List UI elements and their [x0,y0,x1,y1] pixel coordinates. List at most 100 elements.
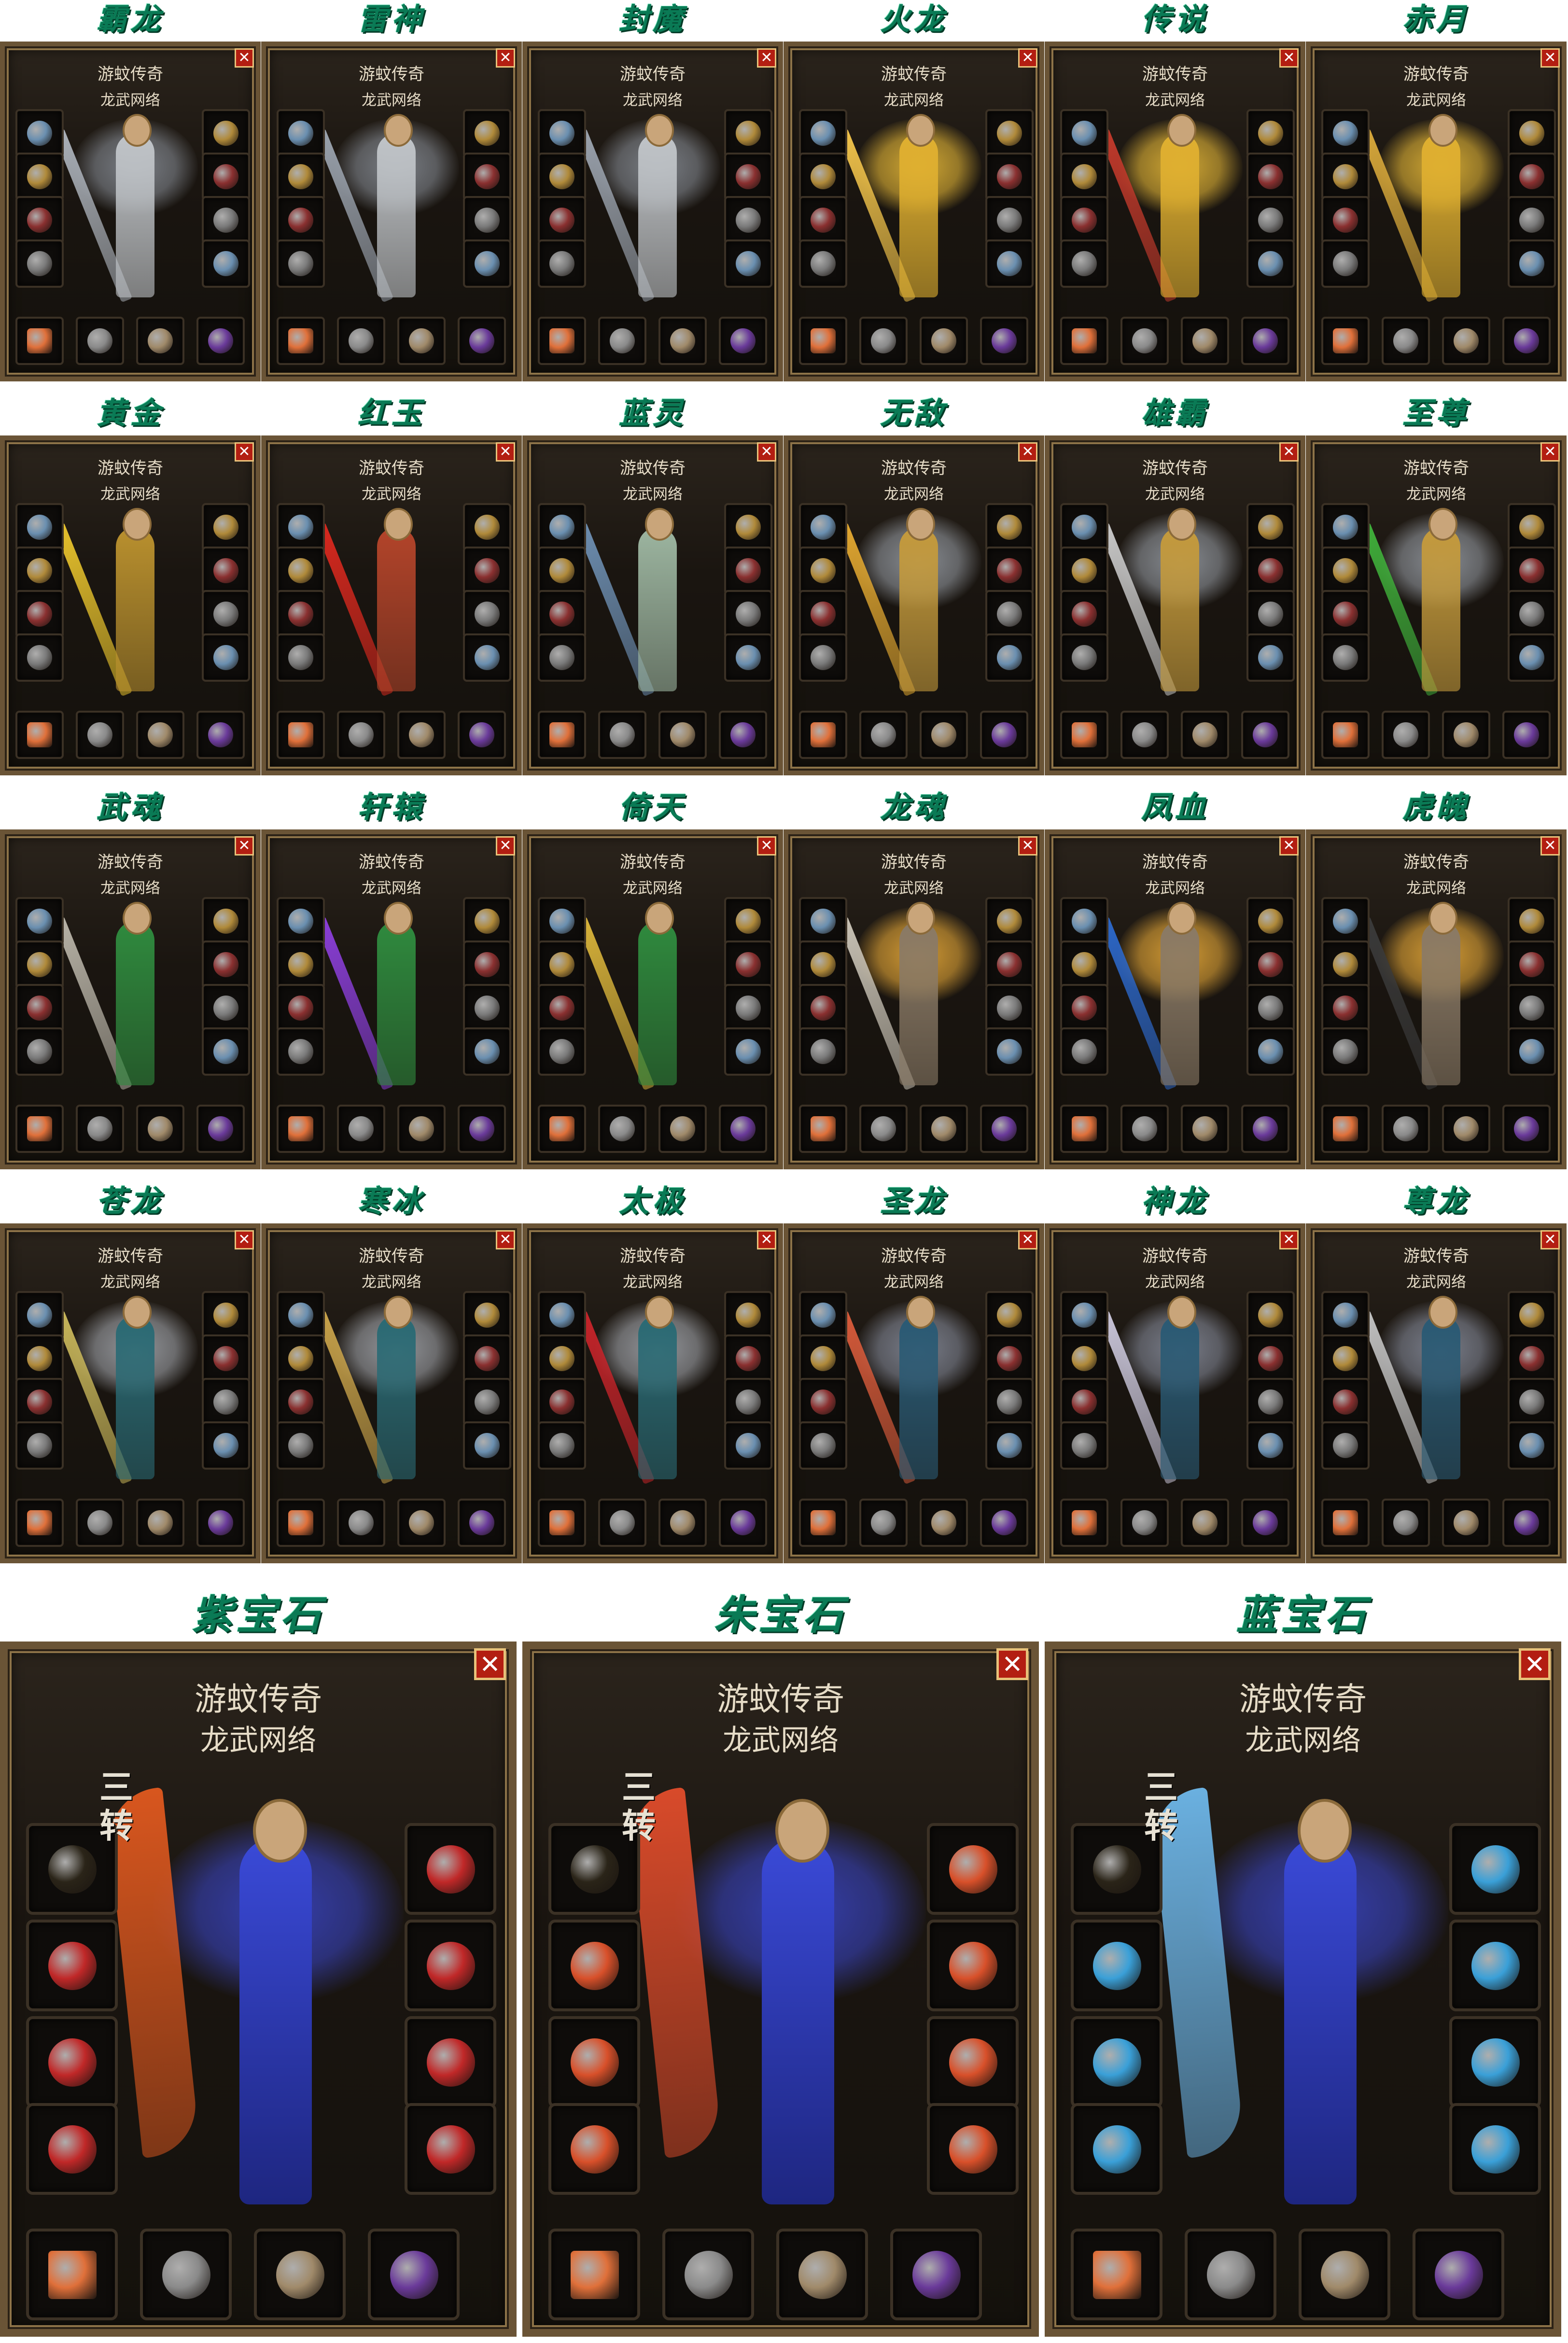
medal-slot[interactable] [1060,1499,1108,1547]
left-bracelet-slot-icon[interactable] [799,940,847,989]
right-ring-slot-icon[interactable] [1449,2016,1541,2108]
belt-slot[interactable] [76,711,124,759]
left-necklace-slot-icon[interactable] [799,503,847,551]
right-necklace-slot-icon[interactable] [202,109,250,157]
belt-slot[interactable] [337,317,385,365]
right-helmet-slot-icon[interactable] [724,633,772,682]
charm-slot[interactable] [980,1499,1028,1547]
charm-slot[interactable] [196,1105,245,1153]
belt-slot[interactable] [1382,711,1430,759]
boots-slot[interactable] [1181,711,1229,759]
belt-slot[interactable] [76,317,124,365]
right-ring-slot-icon[interactable] [463,984,511,1032]
medal-slot[interactable] [538,711,586,759]
charm-slot[interactable] [1502,317,1551,365]
left-necklace-slot-icon[interactable] [538,1291,586,1339]
left-ring-slot-icon[interactable] [15,984,64,1032]
medal-slot[interactable] [15,711,64,759]
left-helmet-slot-icon[interactable] [1071,2103,1162,2195]
left-helmet-slot-icon[interactable] [1060,1027,1108,1076]
left-helmet-slot-icon[interactable] [548,2103,640,2195]
right-helmet-slot-icon[interactable] [1246,1421,1295,1470]
right-bracelet-slot-icon[interactable] [202,1334,250,1383]
medal-slot[interactable] [15,1105,64,1153]
medal-slot[interactable] [277,1105,325,1153]
left-necklace-slot-icon[interactable] [538,503,586,551]
right-helmet-slot-icon[interactable] [1246,633,1295,682]
boots-slot[interactable] [397,1105,446,1153]
right-helmet-slot-icon[interactable] [1508,1027,1556,1076]
left-ring-slot-icon[interactable] [277,590,325,638]
charm-slot[interactable] [719,317,767,365]
belt-slot[interactable] [598,317,646,365]
medal-slot[interactable] [26,2229,118,2320]
right-ring-slot-icon[interactable] [724,1378,772,1426]
right-necklace-slot-icon[interactable] [1246,1291,1295,1339]
left-bracelet-slot-icon[interactable] [1071,1920,1162,2011]
charm-slot[interactable] [719,711,767,759]
left-bracelet-slot-icon[interactable] [277,940,325,989]
right-necklace-slot-icon[interactable] [1246,503,1295,551]
left-ring-slot-icon[interactable] [538,196,586,244]
medal-slot[interactable] [15,1499,64,1547]
left-necklace-slot-icon[interactable] [15,897,64,945]
left-ring-slot-icon[interactable] [538,984,586,1032]
right-bracelet-slot-icon[interactable] [463,940,511,989]
belt-slot[interactable] [1382,1105,1430,1153]
medal-slot[interactable] [548,2229,640,2320]
left-bracelet-slot-icon[interactable] [1321,153,1370,201]
left-helmet-slot-icon[interactable] [1321,633,1370,682]
left-ring-slot-icon[interactable] [1060,984,1108,1032]
right-helmet-slot-icon[interactable] [463,239,511,288]
right-bracelet-slot-icon[interactable] [985,1334,1034,1383]
right-helmet-slot-icon[interactable] [985,1421,1034,1470]
right-necklace-slot-icon[interactable] [405,1823,496,1915]
charm-slot[interactable] [719,1105,767,1153]
left-ring-slot-icon[interactable] [799,984,847,1032]
boots-slot[interactable] [1442,317,1490,365]
medal-slot[interactable] [799,1499,847,1547]
right-bracelet-slot-icon[interactable] [1508,940,1556,989]
right-necklace-slot-icon[interactable] [985,503,1034,551]
charm-slot[interactable] [196,317,245,365]
belt-slot[interactable] [859,1499,908,1547]
boots-slot[interactable] [1442,1105,1490,1153]
left-ring-slot-icon[interactable] [15,1378,64,1426]
right-ring-slot-icon[interactable] [1246,590,1295,638]
right-ring-slot-icon[interactable] [1246,196,1295,244]
right-helmet-slot-icon[interactable] [724,1027,772,1076]
right-necklace-slot-icon[interactable] [1449,1823,1541,1915]
belt-slot[interactable] [76,1499,124,1547]
belt-slot[interactable] [76,1105,124,1153]
left-bracelet-slot-icon[interactable] [277,153,325,201]
right-helmet-slot-icon[interactable] [1508,239,1556,288]
left-helmet-slot-icon[interactable] [799,239,847,288]
right-bracelet-slot-icon[interactable] [1508,153,1556,201]
charm-slot[interactable] [458,317,506,365]
left-necklace-slot-icon[interactable] [1060,109,1108,157]
left-necklace-slot-icon[interactable] [1060,897,1108,945]
medal-slot[interactable] [1060,711,1108,759]
left-bracelet-slot-icon[interactable] [799,1334,847,1383]
right-necklace-slot-icon[interactable] [1508,897,1556,945]
boots-slot[interactable] [1181,1105,1229,1153]
charm-slot[interactable] [458,711,506,759]
right-bracelet-slot-icon[interactable] [463,547,511,595]
boots-slot[interactable] [136,711,184,759]
medal-slot[interactable] [1321,317,1370,365]
medal-slot[interactable] [538,1105,586,1153]
left-necklace-slot-icon[interactable] [277,897,325,945]
left-bracelet-slot-icon[interactable] [799,153,847,201]
right-necklace-slot-icon[interactable] [927,1823,1019,1915]
left-bracelet-slot-icon[interactable] [538,153,586,201]
boots-slot[interactable] [920,317,968,365]
charm-slot[interactable] [980,711,1028,759]
left-necklace-slot-icon[interactable] [1321,503,1370,551]
charm-slot[interactable] [1241,317,1289,365]
left-bracelet-slot-icon[interactable] [538,940,586,989]
charm-slot[interactable] [1241,711,1289,759]
right-ring-slot-icon[interactable] [463,1378,511,1426]
medal-slot[interactable] [799,711,847,759]
left-ring-slot-icon[interactable] [277,984,325,1032]
charm-slot[interactable] [1241,1499,1289,1547]
